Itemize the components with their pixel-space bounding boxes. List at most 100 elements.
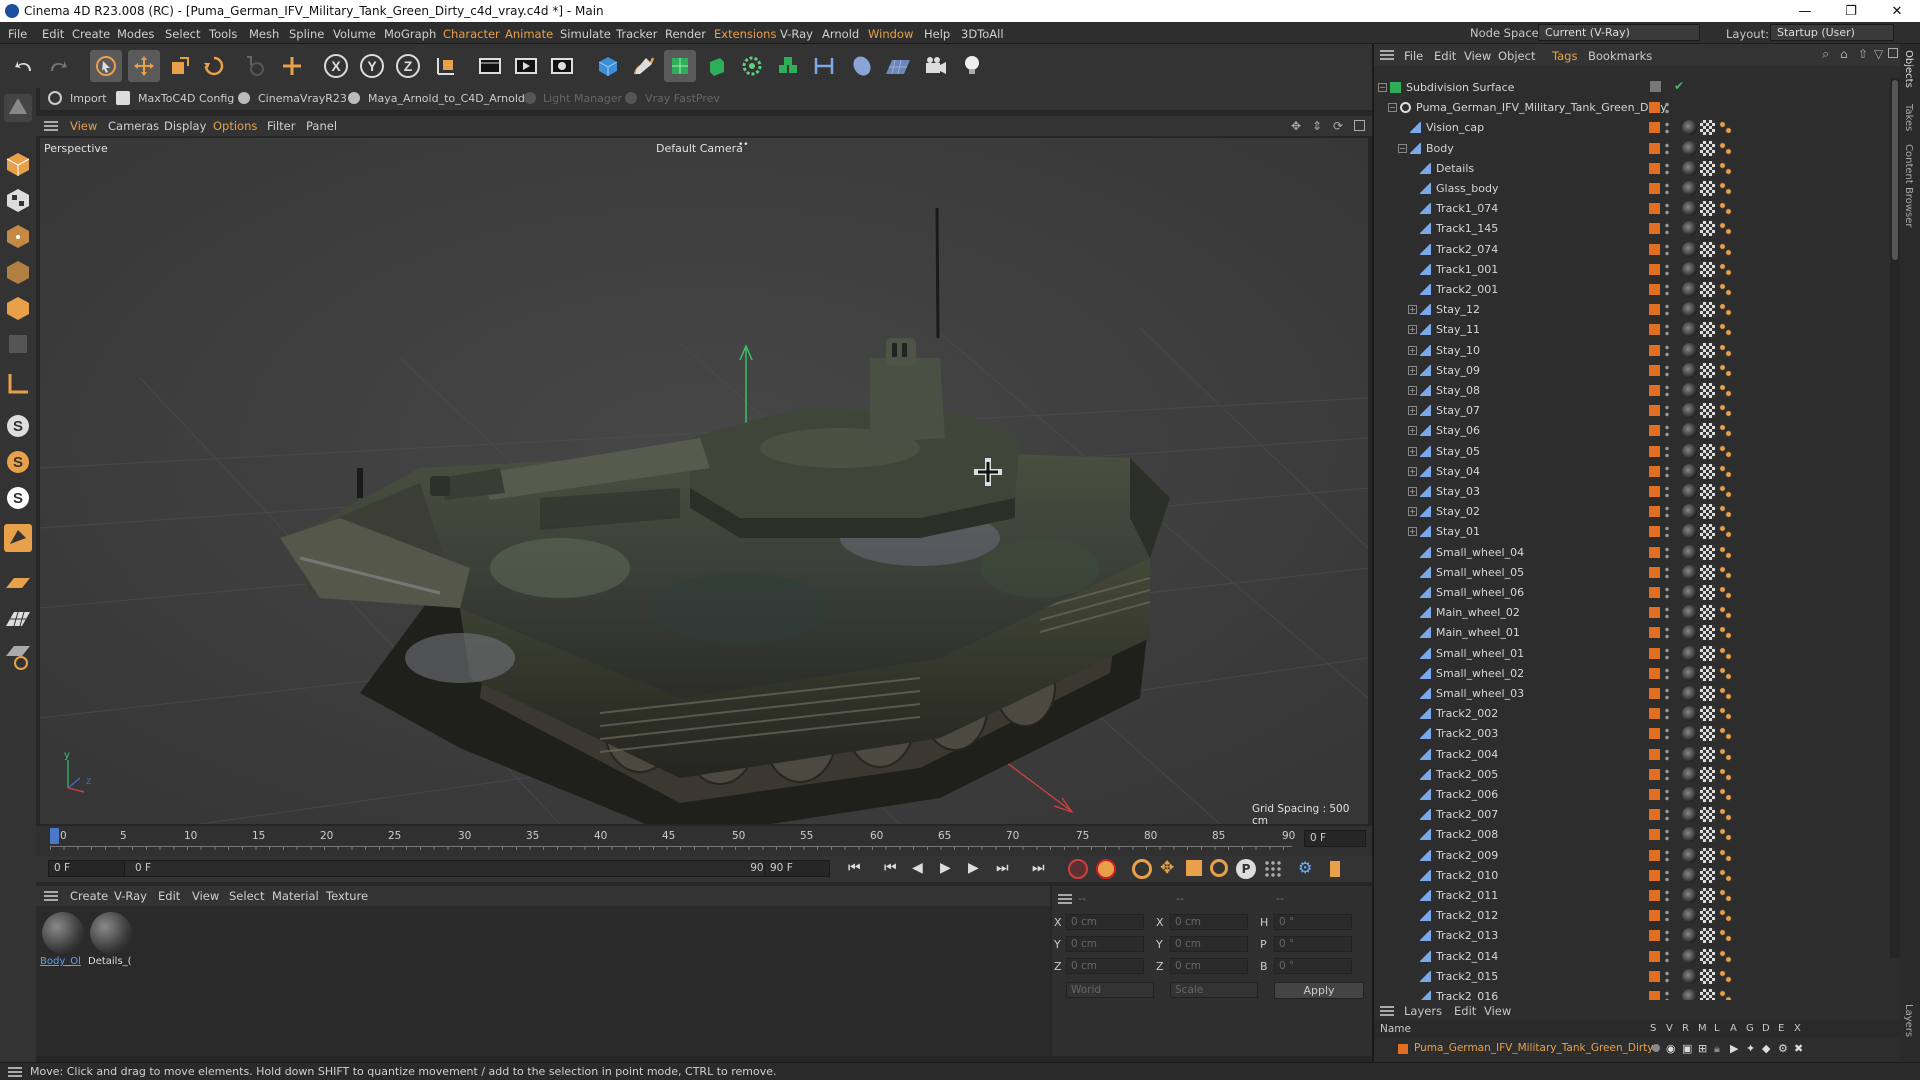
object-name[interactable]: Details bbox=[1436, 162, 1474, 175]
playhead[interactable] bbox=[50, 828, 59, 844]
material-menu-material[interactable]: Material bbox=[272, 889, 319, 903]
material-tag-icon[interactable] bbox=[1682, 645, 1697, 661]
import-plugin[interactable]: Import bbox=[70, 92, 107, 105]
layer-color-icon[interactable] bbox=[1649, 688, 1660, 699]
make-editable-icon[interactable] bbox=[4, 94, 32, 122]
status-menu-icon[interactable] bbox=[8, 1067, 22, 1077]
vray-tag-icon[interactable] bbox=[1718, 342, 1733, 358]
menu-mesh[interactable]: Mesh bbox=[249, 27, 279, 41]
vray-fastprev-plugin[interactable]: Vray FastPrev bbox=[645, 92, 720, 105]
layer-color-icon[interactable] bbox=[1649, 344, 1660, 356]
visibility-dots-icon[interactable] bbox=[1665, 242, 1669, 257]
texture-tag-icon[interactable] bbox=[1700, 443, 1715, 459]
object-row[interactable]: Track1_074 bbox=[1374, 199, 1890, 219]
object-name[interactable]: Track1_074 bbox=[1436, 202, 1498, 215]
viewport-menu-view[interactable]: View bbox=[70, 119, 97, 133]
visibility-dots-icon[interactable] bbox=[1665, 626, 1669, 641]
material-menu-create[interactable]: Create bbox=[70, 889, 108, 903]
object-name[interactable]: Track2_012 bbox=[1436, 909, 1498, 922]
visibility-dots-icon[interactable] bbox=[1665, 101, 1669, 116]
rotate-tool-icon[interactable] bbox=[198, 50, 230, 82]
vray-tag-icon[interactable] bbox=[1718, 322, 1733, 338]
visibility-dots-icon[interactable] bbox=[1665, 565, 1669, 580]
visibility-dots-icon[interactable] bbox=[1665, 283, 1669, 297]
object-row[interactable]: Track1_001 bbox=[1374, 260, 1890, 280]
object-name[interactable]: Stay_08 bbox=[1436, 384, 1480, 397]
layer-visible-icon[interactable]: ◉ bbox=[1666, 1042, 1676, 1055]
layer-deformers-icon[interactable]: ◆ bbox=[1762, 1042, 1770, 1055]
menu-arnold[interactable]: Arnold bbox=[822, 27, 859, 41]
go-to-end-icon[interactable]: ⏭ bbox=[1032, 860, 1045, 876]
rot-b-field[interactable]: 0 ° bbox=[1274, 958, 1352, 974]
texture-tag-icon[interactable] bbox=[1700, 241, 1715, 257]
viewport-menu-panel[interactable]: Panel bbox=[306, 119, 337, 133]
light-manager-plugin[interactable]: Light Manager bbox=[543, 92, 622, 105]
vray-tag-icon[interactable] bbox=[1718, 140, 1733, 156]
texture-tag-icon[interactable] bbox=[1700, 181, 1715, 196]
material-tag-icon[interactable] bbox=[1682, 504, 1697, 520]
visibility-dots-icon[interactable] bbox=[1665, 384, 1669, 398]
vray-tag-icon[interactable] bbox=[1718, 908, 1733, 924]
layer-color-icon[interactable] bbox=[1649, 647, 1660, 659]
material-tag-icon[interactable] bbox=[1682, 302, 1697, 318]
viewport-maximize-icon[interactable] bbox=[1354, 120, 1365, 131]
object-name[interactable]: Track1_145 bbox=[1436, 222, 1498, 235]
vray-tag-icon[interactable] bbox=[1718, 807, 1733, 823]
vray-tag-icon[interactable] bbox=[1718, 645, 1733, 661]
object-manager-menu-icon[interactable] bbox=[1380, 50, 1394, 60]
texture-tag-icon[interactable] bbox=[1700, 302, 1715, 318]
object-row[interactable]: Track2_011 bbox=[1374, 886, 1890, 906]
object-name[interactable]: Track2_002 bbox=[1436, 707, 1498, 720]
object-name[interactable]: Small_wheel_06 bbox=[1436, 586, 1524, 599]
visibility-dots-icon[interactable] bbox=[1665, 485, 1669, 499]
visibility-dots-icon[interactable] bbox=[1665, 949, 1669, 964]
material-menu-vray[interactable]: V-Ray bbox=[114, 889, 147, 903]
object-row[interactable]: + Stay_01 bbox=[1374, 522, 1890, 542]
material-tag-icon[interactable] bbox=[1682, 342, 1697, 358]
layer-color-icon[interactable] bbox=[1649, 506, 1660, 518]
visibility-dots-icon[interactable] bbox=[1665, 727, 1669, 742]
layer-color-icon[interactable] bbox=[1649, 465, 1660, 477]
texture-tag-icon[interactable] bbox=[1700, 827, 1715, 843]
rot-h-field[interactable]: 0 ° bbox=[1274, 914, 1352, 930]
vray-tag-icon[interactable] bbox=[1718, 181, 1733, 196]
previous-frame-icon[interactable]: ◀ bbox=[912, 860, 923, 876]
layer-generators-icon[interactable]: ✦ bbox=[1746, 1042, 1755, 1055]
visibility-dots-icon[interactable] bbox=[1665, 121, 1669, 136]
object-row[interactable]: Track2_015 bbox=[1374, 967, 1890, 987]
minimize-button[interactable]: — bbox=[1782, 0, 1828, 22]
render-to-picture-viewer-icon[interactable] bbox=[510, 50, 542, 82]
texture-tag-icon[interactable] bbox=[1700, 160, 1715, 176]
menu-vray[interactable]: V-Ray bbox=[780, 27, 813, 41]
visibility-dots-icon[interactable] bbox=[1665, 969, 1669, 984]
layer-color-icon[interactable] bbox=[1649, 829, 1660, 841]
vray-tag-icon[interactable] bbox=[1718, 686, 1733, 701]
visibility-dots-icon[interactable] bbox=[1665, 323, 1669, 338]
texture-tag-icon[interactable] bbox=[1700, 362, 1715, 378]
material-tag-icon[interactable] bbox=[1682, 201, 1697, 217]
layer-color-icon[interactable] bbox=[1649, 869, 1660, 881]
current-frame-field[interactable]: 0 F bbox=[1304, 830, 1366, 847]
material-tag-icon[interactable] bbox=[1682, 140, 1697, 156]
texture-tag-icon[interactable] bbox=[1700, 585, 1715, 600]
object-name[interactable]: Stay_09 bbox=[1436, 364, 1480, 377]
layer-color-icon[interactable] bbox=[1649, 607, 1660, 619]
object-name[interactable]: Track2_014 bbox=[1436, 950, 1498, 963]
object-row[interactable]: Track2_074 bbox=[1374, 240, 1890, 260]
record-active-objects-icon[interactable] bbox=[1068, 859, 1088, 879]
visibility-dots-icon[interactable] bbox=[1665, 889, 1669, 903]
texture-tag-icon[interactable] bbox=[1700, 726, 1715, 742]
mograph-fracture-icon[interactable] bbox=[772, 50, 804, 82]
vray-tag-icon[interactable] bbox=[1718, 261, 1733, 277]
layer-color-icon[interactable] bbox=[1649, 223, 1660, 235]
lock-x-axis-icon[interactable]: X bbox=[320, 50, 352, 82]
vray-tag-icon[interactable] bbox=[1718, 948, 1733, 964]
texture-tag-icon[interactable] bbox=[1700, 140, 1715, 156]
rotation-key-icon[interactable] bbox=[1210, 859, 1228, 877]
size-mode-dropdown[interactable]: Scale bbox=[1170, 982, 1258, 998]
visibility-dots-icon[interactable] bbox=[1665, 808, 1669, 823]
visibility-dots-icon[interactable] bbox=[1665, 505, 1669, 520]
side-tab-objects[interactable]: Objects bbox=[1903, 50, 1914, 88]
material-tag-icon[interactable] bbox=[1682, 746, 1697, 762]
polygons-mode-icon[interactable] bbox=[4, 294, 32, 322]
